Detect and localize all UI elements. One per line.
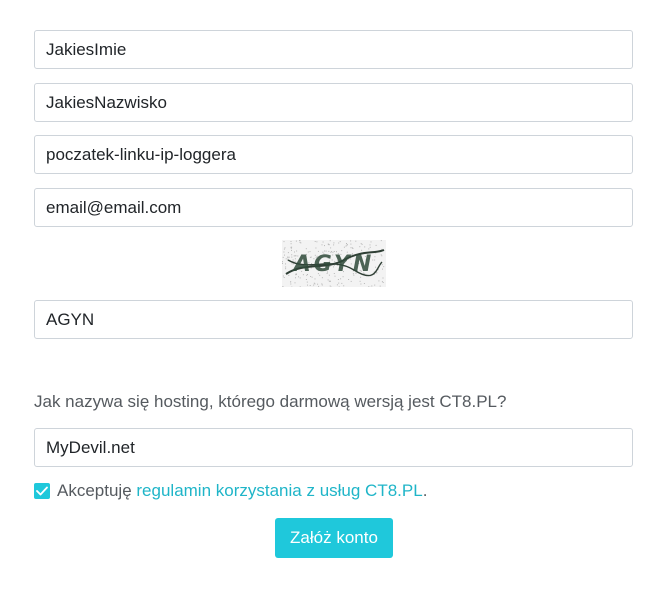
create-account-button[interactable]: Załóż konto xyxy=(275,518,393,558)
terms-checkbox[interactable] xyxy=(34,483,50,499)
captcha-image: AGYN xyxy=(282,240,386,287)
security-question: Jak nazywa się hosting, którego darmową … xyxy=(34,392,507,411)
terms-suffix: . xyxy=(422,481,428,500)
terms-row: Akceptuję regulamin korzystania z usług … xyxy=(34,480,427,502)
last-name-input[interactable] xyxy=(34,83,633,122)
captcha-input[interactable] xyxy=(34,300,633,339)
email-input[interactable] xyxy=(34,188,633,227)
terms-prefix: Akceptuję xyxy=(57,481,137,500)
captcha-noise: AGYN xyxy=(282,240,385,287)
security-answer-input[interactable] xyxy=(34,428,633,467)
captcha-text: AGYN xyxy=(292,252,375,277)
terms-link[interactable]: regulamin korzystania z usług CT8.PL xyxy=(136,481,422,501)
login-input[interactable] xyxy=(34,135,633,174)
checkmark-icon xyxy=(36,486,48,496)
first-name-input[interactable] xyxy=(34,30,633,69)
